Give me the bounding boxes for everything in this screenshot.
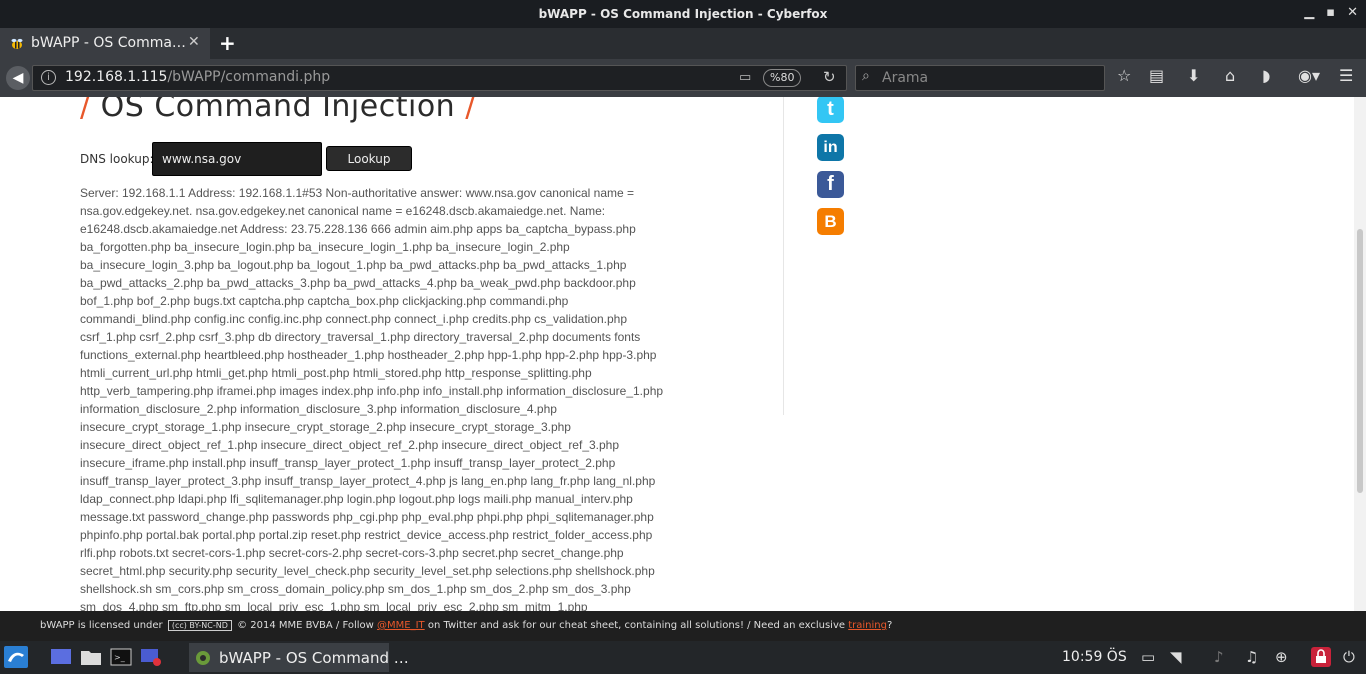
bookmark-star-icon[interactable]: ☆ [1117,66,1131,85]
column-divider [783,97,784,415]
footer-cheat-sheet-text: on Twitter and ask for our cheat sheet, … [427,620,846,631]
url-host: 192.168.1.115 [65,69,168,85]
navigation-bar: ◀ i 192.168.1.115/bWAPP/commandi.php ▭ %… [0,59,1366,97]
notification-bell-icon[interactable]: ♫ [1245,648,1258,666]
site-info-icon[interactable]: i [41,70,56,85]
reader-view-icon[interactable]: ▭ [739,70,751,85]
maximize-icon[interactable]: ▪ [1326,5,1335,20]
page-title: / OS Command Injection / [80,97,476,124]
training-link[interactable]: training [848,620,887,631]
footer-license-text: bWAPP is licensed under [40,620,163,631]
blogger-glyph: B [824,212,837,231]
hamburger-menu-icon[interactable]: ☰ [1339,66,1353,85]
page-content: / OS Command Injection / DNS lookup: Loo… [0,97,1366,611]
search-bar[interactable]: ⌕ [855,65,1105,91]
cyberfox-menu-icon[interactable]: ◉▾ [1298,66,1320,85]
lookup-button[interactable]: Lookup [326,146,412,171]
facebook-icon[interactable]: f [817,171,844,198]
footer-copyright: © 2014 MME BVBA / Follow [237,620,374,631]
bee-favicon-icon [11,38,23,49]
wifi-icon[interactable]: ◥ [1170,648,1182,666]
svg-text:>_: >_ [114,653,126,662]
file-manager-icon[interactable] [80,647,102,667]
desktop-icon[interactable] [50,647,72,667]
page-footer: bWAPP is licensed under (cc) BY-NC-ND © … [0,611,1366,641]
footer-text: bWAPP is licensed under (cc) BY-NC-ND © … [40,620,892,631]
tab-bar: bWAPP - OS Comma… ✕ + [0,28,1366,59]
new-tab-button[interactable]: + [219,31,236,55]
window-title: bWAPP - OS Command Injection - Cyberfox [538,7,828,21]
volume-icon[interactable]: ♪ [1214,648,1224,666]
search-input[interactable] [880,68,1099,88]
home-icon[interactable]: ⌂ [1225,66,1235,85]
command-output: Server: 192.168.1.1 Address: 192.168.1.1… [80,186,664,611]
close-window-icon[interactable]: ✕ [1347,5,1358,20]
taskbar-window-label: bWAPP - OS Command … [219,649,409,667]
screen-recorder-icon[interactable] [140,647,162,667]
page-scrollbar[interactable] [1354,97,1366,611]
reading-list-icon[interactable]: ▤ [1149,66,1164,85]
address-bar[interactable]: i 192.168.1.115/bWAPP/commandi.php ▭ %80… [32,65,847,91]
cyberfox-icon [196,651,210,665]
twitter-icon[interactable]: t [817,97,844,123]
search-icon: ⌕ [862,68,870,84]
screen-icon[interactable]: ▭ [1141,648,1155,666]
window-titlebar: bWAPP - OS Command Injection - Cyberfox … [0,0,1366,28]
back-arrow-icon: ◀ [12,70,24,86]
heading-text: OS Command Injection [100,97,456,124]
scrollbar-thumb[interactable] [1357,229,1363,493]
minimize-icon[interactable]: ▁ [1304,5,1314,20]
url-text[interactable]: 192.168.1.115/bWAPP/commandi.php [65,69,330,85]
heading-slash-left: / [80,97,91,124]
kali-menu-icon[interactable] [4,646,28,668]
add-circle-icon[interactable]: ⊕ [1275,648,1288,666]
footer-question-mark: ? [886,620,893,631]
twitter-handle-link[interactable]: @MME_IT [377,620,425,631]
twitter-glyph: t [827,98,834,120]
tab-close-icon[interactable]: ✕ [188,34,200,50]
pocket-icon[interactable]: ◗ [1262,66,1270,85]
download-icon[interactable]: ⬇ [1187,66,1200,85]
linkedin-icon[interactable]: in [817,134,844,161]
facebook-glyph: f [827,173,834,195]
cc-license-badge[interactable]: (cc) BY-NC-ND [167,620,232,631]
blogger-icon[interactable]: B [817,208,844,235]
linkedin-glyph: in [823,139,838,156]
power-icon[interactable]: ⏻ [1343,648,1355,666]
heading-slash-right: / [465,97,476,124]
tab-bwapp[interactable]: bWAPP - OS Comma… ✕ [0,28,210,59]
window-controls: ▁ ▪ ✕ [1304,5,1358,20]
back-button[interactable]: ◀ [6,66,30,90]
url-path: /bWAPP/commandi.php [167,69,331,85]
terminal-icon[interactable]: >_ [110,647,132,667]
clock[interactable]: 10:59 ÖS [1062,649,1127,665]
tab-label: bWAPP - OS Comma… [31,35,186,51]
reload-icon[interactable]: ↻ [823,68,836,86]
dns-lookup-input[interactable] [152,142,322,176]
dns-lookup-label: DNS lookup: [80,152,154,166]
os-taskbar: >_ bWAPP - OS Command … 10:59 ÖS ▭ ◥ ♪ ♫… [0,641,1366,674]
zoom-level-badge[interactable]: %80 [763,69,802,87]
lock-icon[interactable] [1311,647,1331,667]
taskbar-window-cyberfox[interactable]: bWAPP - OS Command … [189,643,409,672]
